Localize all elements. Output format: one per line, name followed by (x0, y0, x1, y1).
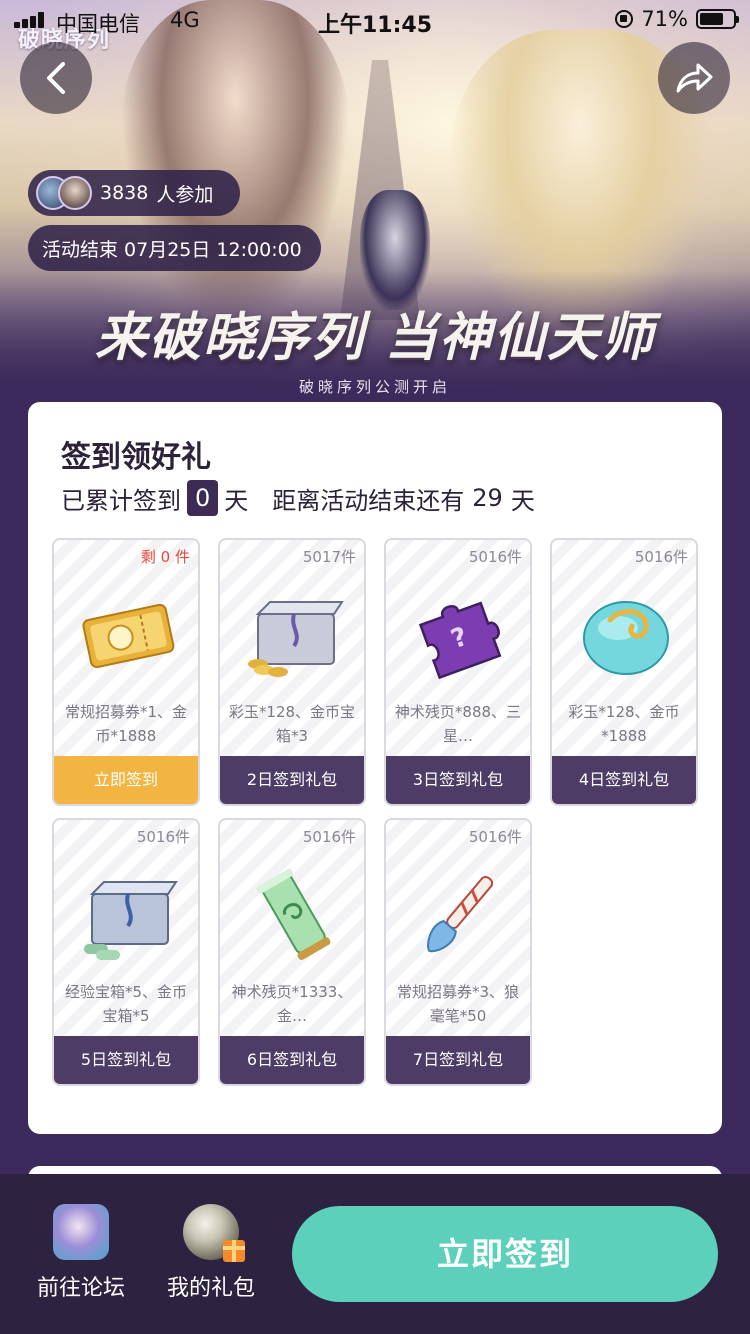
participant-avatars (36, 176, 92, 210)
gift-claim-button[interactable]: 3日签到礼包 (386, 756, 530, 804)
signin-now-button[interactable]: 立即签到 (292, 1206, 718, 1302)
gift-stock: 5016件 (634, 548, 688, 566)
my-gifts-avatar-icon (183, 1204, 245, 1262)
gift-box-icon (223, 1240, 245, 1262)
banner-headline: 来破晓序列 当神仙天师 破晓序列公测开启 (0, 295, 750, 397)
treasure-chest-icon (84, 881, 178, 960)
gift-card-day4[interactable]: 5016件 彩玉*128、金币*1888 4日签到礼包 (550, 538, 698, 806)
gift-card-day7[interactable]: 5016件 常规招募券*3、狼毫笔*50 7日签到礼包 (384, 818, 532, 1086)
gift-description: 常规招募券*1、金币*1888 (64, 703, 188, 745)
participants-count: 3838 (100, 182, 149, 204)
gift-claim-button[interactable]: 2日签到礼包 (220, 756, 364, 804)
forum-label: 前往论坛 (36, 1276, 125, 1301)
battery-percent: 71% (641, 7, 688, 31)
share-icon (676, 63, 713, 93)
scroll-icon (256, 868, 331, 961)
activity-end-label: 活动结束 07月25日 12:00:00 (42, 238, 302, 261)
gift-description: 彩玉*128、金币宝箱*3 (228, 703, 356, 745)
status-bar: 中国电信 4G 上午11:45 71% (0, 0, 750, 40)
gift-claim-button[interactable]: 5日签到礼包 (54, 1036, 198, 1084)
remaining-prefix: 距离活动结束还有 (272, 486, 465, 515)
activity-end-pill: 活动结束 07月25日 12:00:00 (28, 225, 321, 271)
bottom-action-bar: 前往论坛 我的礼包 立即签到 (0, 1174, 750, 1334)
brush-icon (427, 875, 494, 953)
signin-title: 签到领好礼 (61, 440, 211, 475)
headline-subtitle: 破晓序列公测开启 (298, 378, 451, 396)
gift-stock: 剩 0 件 (140, 548, 190, 566)
forum-avatar-icon (53, 1204, 109, 1260)
battery-icon (696, 9, 739, 29)
jade-orb-icon (583, 601, 669, 675)
orientation-lock-icon (615, 10, 634, 28)
gift-card-day3[interactable]: 5016件 ? 神术残页*888、三星… 3日签到礼包 (384, 538, 532, 806)
headline-text: 来破晓序列 当神仙天师 (94, 307, 656, 368)
gift-stock: 5016件 (468, 548, 522, 566)
participants-suffix: 人参加 (156, 183, 214, 206)
days-unit: 天 (224, 486, 249, 515)
my-gifts-tab[interactable]: 我的礼包 (156, 1204, 266, 1302)
gift-description: 经验宝箱*5、金币宝箱*5 (64, 983, 188, 1025)
forum-tab[interactable]: 前往论坛 (26, 1204, 136, 1302)
treasure-chest-icon (248, 601, 344, 677)
back-button[interactable] (20, 42, 92, 114)
signin-progress: 已累计签到 0 天 距离活动结束还有 29 天 (61, 480, 535, 516)
gift-claim-button[interactable]: 7日签到礼包 (386, 1036, 530, 1084)
participants-pill: 3838 人参加 (28, 170, 240, 216)
puzzle-piece-icon: ? (418, 601, 502, 680)
gift-stock: 5016件 (136, 828, 190, 846)
gift-card-day2[interactable]: 5017件 彩玉*128、金币宝箱*3 2日签到礼包 (218, 538, 366, 806)
avatar (58, 176, 92, 210)
gift-description: 神术残页*1333、金… (231, 983, 353, 1025)
gift-stock: 5017件 (302, 548, 356, 566)
days-signed-badge: 0 (187, 480, 219, 516)
battery-level (700, 13, 723, 25)
gift-description: 神术残页*888、三星… (394, 703, 522, 745)
gift-description: 常规招募券*3、狼毫笔*50 (396, 983, 520, 1025)
progress-prefix: 已累计签到 (61, 486, 181, 515)
gift-description: 彩玉*128、金币*1888 (568, 703, 680, 745)
gift-stock: 5016件 (468, 828, 522, 846)
gift-claim-button[interactable]: 立即签到 (54, 756, 198, 804)
recruit-ticket-icon (82, 603, 175, 669)
back-arrow-icon (47, 62, 65, 94)
signin-card: 签到领好礼 已累计签到 0 天 距离活动结束还有 29 天 剩 0 件 常规招募… (28, 402, 722, 1134)
remaining-unit: 天 (510, 486, 535, 515)
gift-card-day5[interactable]: 5016件 经验宝箱*5、金币宝箱*5 5日签到礼包 (52, 818, 200, 1086)
gift-claim-button[interactable]: 6日签到礼包 (220, 1036, 364, 1084)
gift-card-day1[interactable]: 剩 0 件 常规招募券*1、金币*1888 立即签到 (52, 538, 200, 806)
gift-card-day6[interactable]: 5016件 神术残页*1333、金… 6日签到礼包 (218, 818, 366, 1086)
gift-claim-button[interactable]: 4日签到礼包 (552, 756, 696, 804)
gift-stock: 5016件 (302, 828, 356, 846)
my-gifts-label: 我的礼包 (166, 1276, 255, 1301)
remaining-days: 29 (472, 484, 503, 512)
share-button[interactable] (658, 42, 730, 114)
